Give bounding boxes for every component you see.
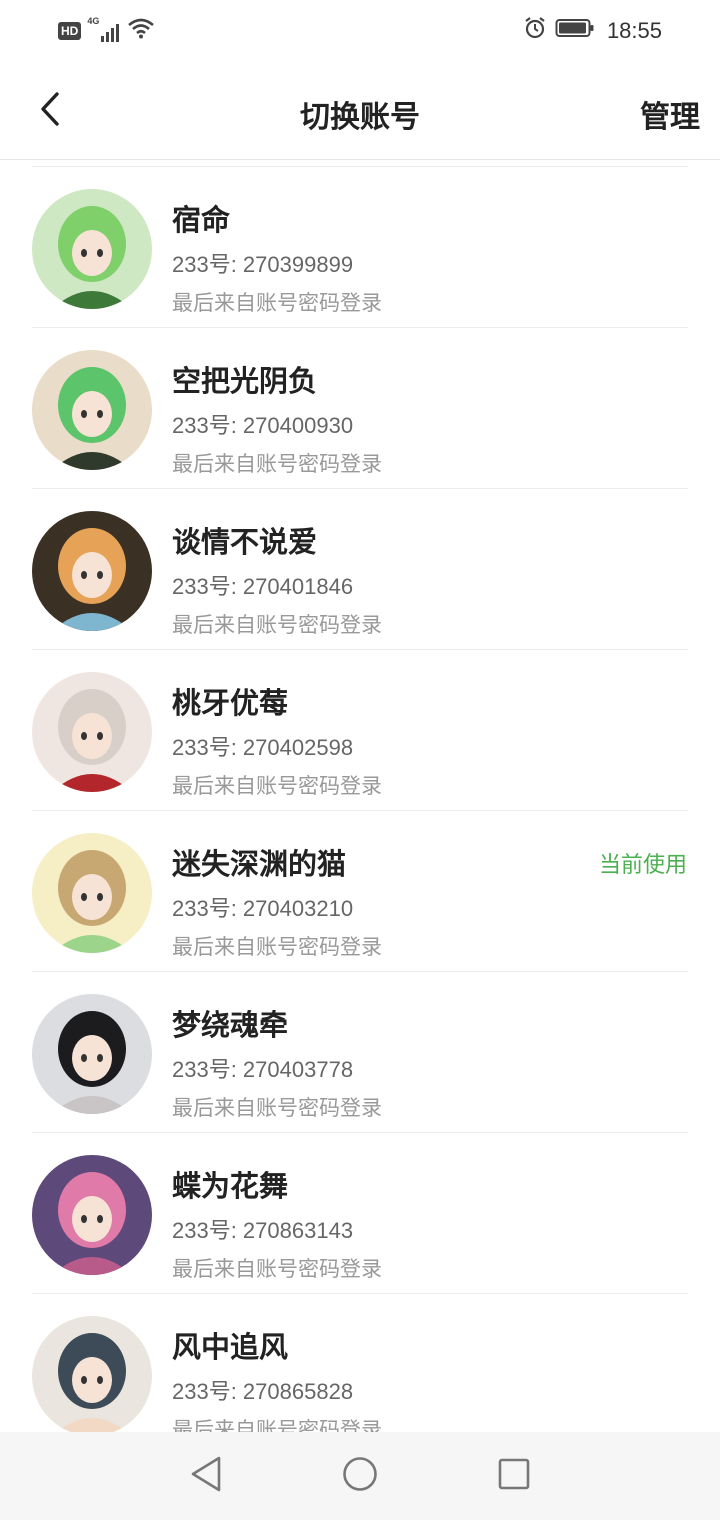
avatar <box>32 511 152 631</box>
login-method: 最后来自账号密码登录 <box>172 775 382 798</box>
account-name: 迷失深渊的猫 <box>172 849 347 881</box>
account-id: 233号: 270863143 <box>172 1218 354 1243</box>
current-account-badge: 当前使用 <box>598 852 687 877</box>
battery-icon <box>555 17 595 45</box>
login-method: 最后来自账号密码登录 <box>172 1258 382 1281</box>
account-name: 谈情不说爱 <box>172 527 318 559</box>
account-id: 233号: 270401846 <box>172 574 354 599</box>
signal-icon: 4G <box>87 16 120 42</box>
nav-recents-icon <box>498 1458 530 1495</box>
account-name: 风中追风 <box>172 1332 289 1364</box>
avatar <box>32 189 152 309</box>
account-row[interactable]: 桃牙优莓 233号: 270402598 最后来自账号密码登录 <box>0 650 720 811</box>
account-id: 233号: 270865828 <box>172 1379 354 1404</box>
app-header: 切换账号 管理 <box>0 62 720 160</box>
nav-back-button[interactable] <box>184 1454 228 1498</box>
system-nav-bar <box>0 1432 720 1520</box>
nav-back-icon <box>189 1455 223 1498</box>
login-method: 最后来自账号密码登录 <box>172 1097 382 1120</box>
avatar <box>32 350 152 470</box>
login-method: 最后来自账号密码登录 <box>172 453 382 476</box>
login-method: 最后来自账号密码登录 <box>172 614 382 637</box>
status-bar: HD 4G 18:55 <box>0 0 720 62</box>
page-title: 切换账号 <box>300 101 420 134</box>
wifi-icon <box>127 17 155 45</box>
account-id: 233号: 270403778 <box>172 1057 354 1082</box>
account-row[interactable]: 蝶为花舞 233号: 270863143 最后来自账号密码登录 <box>0 1133 720 1294</box>
account-row[interactable]: 宿命 233号: 270399899 最后来自账号密码登录 <box>0 167 720 328</box>
account-name: 空把光阴负 <box>172 366 318 398</box>
status-right: 18:55 <box>523 16 662 46</box>
account-name: 梦绕魂牵 <box>172 1010 289 1042</box>
account-id: 233号: 270402598 <box>172 735 354 760</box>
account-name: 蝶为花舞 <box>172 1171 289 1203</box>
avatar <box>32 672 152 792</box>
account-row[interactable]: 迷失深渊的猫 233号: 270403210 最后来自账号密码登录 当前使用 <box>0 811 720 972</box>
account-id: 233号: 270403210 <box>172 896 354 921</box>
account-row[interactable]: 谈情不说爱 233号: 270401846 最后来自账号密码登录 <box>0 489 720 650</box>
login-method: 最后来自账号密码登录 <box>172 292 382 315</box>
hd-badge: HD <box>58 22 82 40</box>
avatar <box>32 1155 152 1275</box>
avatar <box>32 1316 152 1432</box>
status-left: HD 4G <box>58 16 155 45</box>
account-id: 233号: 270399899 <box>172 252 354 277</box>
nav-home-icon <box>342 1456 378 1497</box>
clock: 18:55 <box>606 18 662 43</box>
account-row[interactable]: 梦绕魂牵 233号: 270403778 最后来自账号密码登录 <box>0 972 720 1133</box>
account-list: 宿命 233号: 270399899 最后来自账号密码登录 空把光阴负 233号: 27… <box>0 160 720 1432</box>
account-id: 233号: 270400930 <box>172 413 354 438</box>
account-row[interactable]: 风中追风 233号: 270865828 最后来自账号密码登录 <box>0 1294 720 1432</box>
account-row[interactable]: 空把光阴负 233号: 270400930 最后来自账号密码登录 <box>0 328 720 489</box>
screen: HD 4G 18:55 切换账号 管理 宿命 233号: 270399899 最… <box>0 0 720 1520</box>
avatar <box>32 833 152 953</box>
account-name: 宿命 <box>172 205 231 237</box>
nav-home-button[interactable] <box>338 1454 382 1498</box>
manage-button[interactable]: 管理 <box>640 92 700 136</box>
alarm-icon <box>523 16 547 46</box>
login-method: 最后来自账号密码登录 <box>172 936 382 959</box>
account-name: 桃牙优莓 <box>172 688 289 720</box>
network-label: 4G <box>87 16 100 26</box>
avatar <box>32 994 152 1114</box>
nav-recents-button[interactable] <box>492 1454 536 1498</box>
login-method: 最后来自账号密码登录 <box>172 1419 382 1432</box>
